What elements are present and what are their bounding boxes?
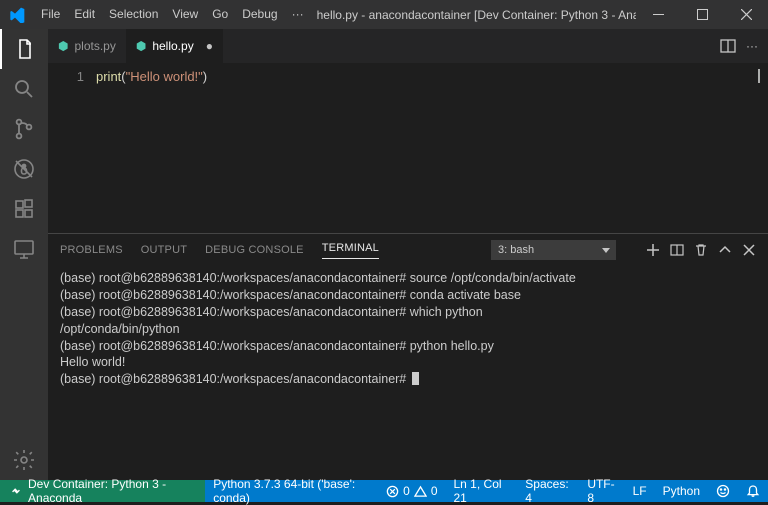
terminal-line: (base) root@b62889638140:/workspaces/ana… [60, 287, 756, 304]
menu-bar: File Edit Selection View Go Debug ··· [34, 0, 311, 29]
panel-tab-problems[interactable]: PROBLEMS [60, 244, 123, 256]
code-line: print("Hello world!") [96, 63, 207, 233]
remote-indicator[interactable]: Dev Container: Python 3 - Anaconda [0, 480, 205, 502]
panel-tab-terminal[interactable]: TERMINAL [322, 242, 379, 259]
menu-edit[interactable]: Edit [67, 0, 102, 29]
editor-more-icon[interactable]: ··· [746, 39, 758, 53]
remote-explorer-icon[interactable] [0, 229, 48, 269]
split-editor-icon[interactable] [720, 38, 736, 54]
terminal-output[interactable]: (base) root@b62889638140:/workspaces/ana… [48, 266, 768, 480]
menu-debug[interactable]: Debug [235, 0, 284, 29]
feedback-icon[interactable] [708, 484, 738, 498]
python-file-icon: ⬢ [136, 39, 146, 53]
remote-label: Dev Container: Python 3 - Anaconda [28, 477, 195, 505]
error-count: 0 [403, 484, 410, 498]
window-controls [636, 9, 768, 20]
language-mode[interactable]: Python [655, 484, 708, 498]
terminal-line: (base) root@b62889638140:/workspaces/ana… [60, 270, 756, 287]
window-close-icon[interactable] [724, 9, 768, 20]
tab-dirty-close-icon[interactable]: ● [206, 39, 213, 53]
debug-icon[interactable] [0, 149, 48, 189]
new-terminal-icon[interactable] [646, 243, 660, 257]
panel-tab-output[interactable]: OUTPUT [141, 244, 187, 256]
kill-terminal-icon[interactable] [694, 243, 708, 257]
tab-plots[interactable]: ⬢ plots.py [48, 29, 126, 63]
encoding[interactable]: UTF-8 [579, 477, 624, 505]
eol[interactable]: LF [625, 484, 655, 498]
close-panel-icon[interactable] [742, 243, 756, 257]
maximize-panel-icon[interactable] [718, 243, 732, 257]
panel-tab-debug-console[interactable]: DEBUG CONSOLE [205, 244, 304, 256]
terminal-cursor [412, 372, 419, 385]
titlebar: File Edit Selection View Go Debug ··· he… [0, 0, 768, 29]
menu-more[interactable]: ··· [285, 0, 311, 29]
search-icon[interactable] [0, 69, 48, 109]
python-interpreter[interactable]: Python 3.7.3 64-bit ('base': conda) [205, 477, 378, 505]
cursor-position[interactable]: Ln 1, Col 21 [446, 477, 518, 505]
terminal-selector[interactable]: 3: bash [491, 240, 616, 260]
vscode-logo-icon [0, 7, 34, 23]
problems-status[interactable]: 0 0 [378, 484, 445, 498]
settings-gear-icon[interactable] [0, 440, 48, 480]
terminal-line: (base) root@b62889638140:/workspaces/ana… [60, 304, 756, 321]
menu-go[interactable]: Go [205, 0, 235, 29]
window-title: hello.py - anacondacontainer [Dev Contai… [311, 8, 636, 22]
editor-tabs: ⬢ plots.py ⬢ hello.py ● ··· [48, 29, 768, 63]
editor[interactable]: 1 print("Hello world!") [48, 63, 768, 233]
python-file-icon: ⬢ [58, 39, 68, 53]
menu-file[interactable]: File [34, 0, 67, 29]
menu-view[interactable]: View [165, 0, 205, 29]
terminal-prompt: (base) root@b62889638140:/workspaces/ana… [60, 371, 756, 388]
window-minimize-icon[interactable] [636, 9, 680, 20]
extensions-icon[interactable] [0, 189, 48, 229]
split-terminal-icon[interactable] [670, 243, 684, 257]
terminal-line: (base) root@b62889638140:/workspaces/ana… [60, 338, 756, 355]
warning-count: 0 [431, 484, 438, 498]
tab-label: plots.py [74, 39, 115, 53]
menu-selection[interactable]: Selection [102, 0, 165, 29]
terminal-line: /opt/conda/bin/python [60, 321, 756, 338]
explorer-icon[interactable] [0, 29, 48, 69]
tab-label: hello.py [152, 39, 193, 53]
panel: PROBLEMS OUTPUT DEBUG CONSOLE TERMINAL 3… [48, 233, 768, 480]
source-control-icon[interactable] [0, 109, 48, 149]
activity-bar [0, 29, 48, 480]
editor-cursor [758, 69, 760, 83]
line-number: 1 [48, 63, 96, 233]
terminal-line: Hello world! [60, 354, 756, 371]
notifications-icon[interactable] [738, 484, 768, 498]
window-maximize-icon[interactable] [680, 9, 724, 20]
tab-hello[interactable]: ⬢ hello.py ● [126, 29, 223, 63]
indentation[interactable]: Spaces: 4 [517, 477, 579, 505]
status-bar: Dev Container: Python 3 - Anaconda Pytho… [0, 480, 768, 502]
